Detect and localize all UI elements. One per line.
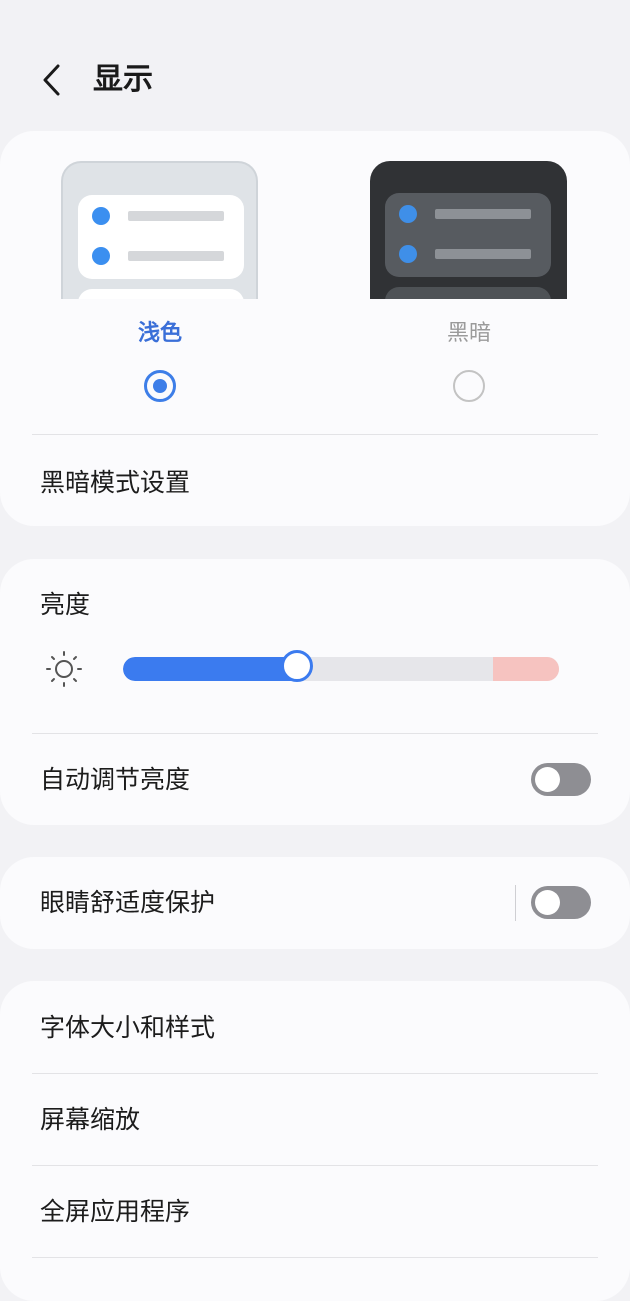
light-theme-preview [61, 161, 258, 299]
screen-zoom-label: 屏幕缩放 [40, 1105, 141, 1134]
toggle-knob [535, 767, 560, 792]
brightness-slider-track [123, 657, 559, 681]
preview-list-box [78, 195, 244, 279]
preview-line [128, 211, 224, 221]
preview-dot [399, 205, 417, 223]
theme-card: 浅色 黑暗 黑暗模式设置 [0, 131, 630, 526]
chevron-left-icon [43, 64, 60, 96]
dark-mode-settings-row[interactable]: 黑暗模式设置 [0, 434, 630, 526]
preview-dot [92, 247, 110, 265]
brightness-card: 亮度 自动调节亮度 [0, 559, 630, 825]
header: 显示 [0, 50, 630, 112]
radio-dark[interactable] [453, 370, 485, 402]
preview-dot [399, 245, 417, 263]
eye-comfort-label: 眼睛舒适度保护 [40, 888, 216, 917]
brightness-slider-thumb[interactable] [281, 650, 313, 682]
preview-dot [92, 207, 110, 225]
preview-list-box [385, 287, 551, 299]
screen-zoom-row[interactable]: 屏幕缩放 [0, 1073, 630, 1165]
theme-label-light: 浅色 [137, 321, 182, 346]
vertical-separator [515, 885, 516, 921]
toggle-knob [535, 890, 560, 915]
auto-brightness-toggle[interactable] [531, 763, 591, 796]
brightness-slider-fill [123, 657, 297, 681]
auto-brightness-label: 自动调节亮度 [40, 765, 191, 794]
eye-comfort-card: 眼睛舒适度保护 [0, 857, 630, 949]
brightness-title: 亮度 [40, 590, 91, 619]
sun-icon [46, 651, 82, 687]
divider [32, 1257, 598, 1258]
preview-list-box [78, 289, 244, 299]
back-button[interactable] [34, 60, 70, 100]
font-size-style-row[interactable]: 字体大小和样式 [0, 981, 630, 1073]
fullscreen-apps-label: 全屏应用程序 [40, 1197, 191, 1226]
preview-line [435, 209, 531, 219]
brightness-high-zone [493, 657, 559, 681]
radio-light-selected[interactable] [144, 370, 176, 402]
brightness-slider[interactable] [123, 650, 559, 682]
theme-label-dark: 黑暗 [446, 321, 491, 346]
eye-comfort-row[interactable]: 眼睛舒适度保护 [0, 857, 630, 949]
theme-option-light[interactable]: 浅色 [60, 131, 260, 421]
fullscreen-apps-row[interactable]: 全屏应用程序 [0, 1165, 630, 1257]
eye-comfort-toggle[interactable] [531, 886, 591, 919]
dark-theme-preview [370, 161, 567, 299]
font-size-style-label: 字体大小和样式 [40, 1013, 216, 1042]
dark-mode-settings-label: 黑暗模式设置 [40, 468, 191, 497]
preview-list-box [385, 193, 551, 277]
more-settings-card: 字体大小和样式 屏幕缩放 全屏应用程序 [0, 981, 630, 1301]
preview-line [128, 251, 224, 261]
preview-line [435, 249, 531, 259]
auto-brightness-row[interactable]: 自动调节亮度 [0, 733, 630, 825]
theme-option-dark[interactable]: 黑暗 [369, 131, 569, 421]
page-title: 显示 [93, 62, 153, 97]
